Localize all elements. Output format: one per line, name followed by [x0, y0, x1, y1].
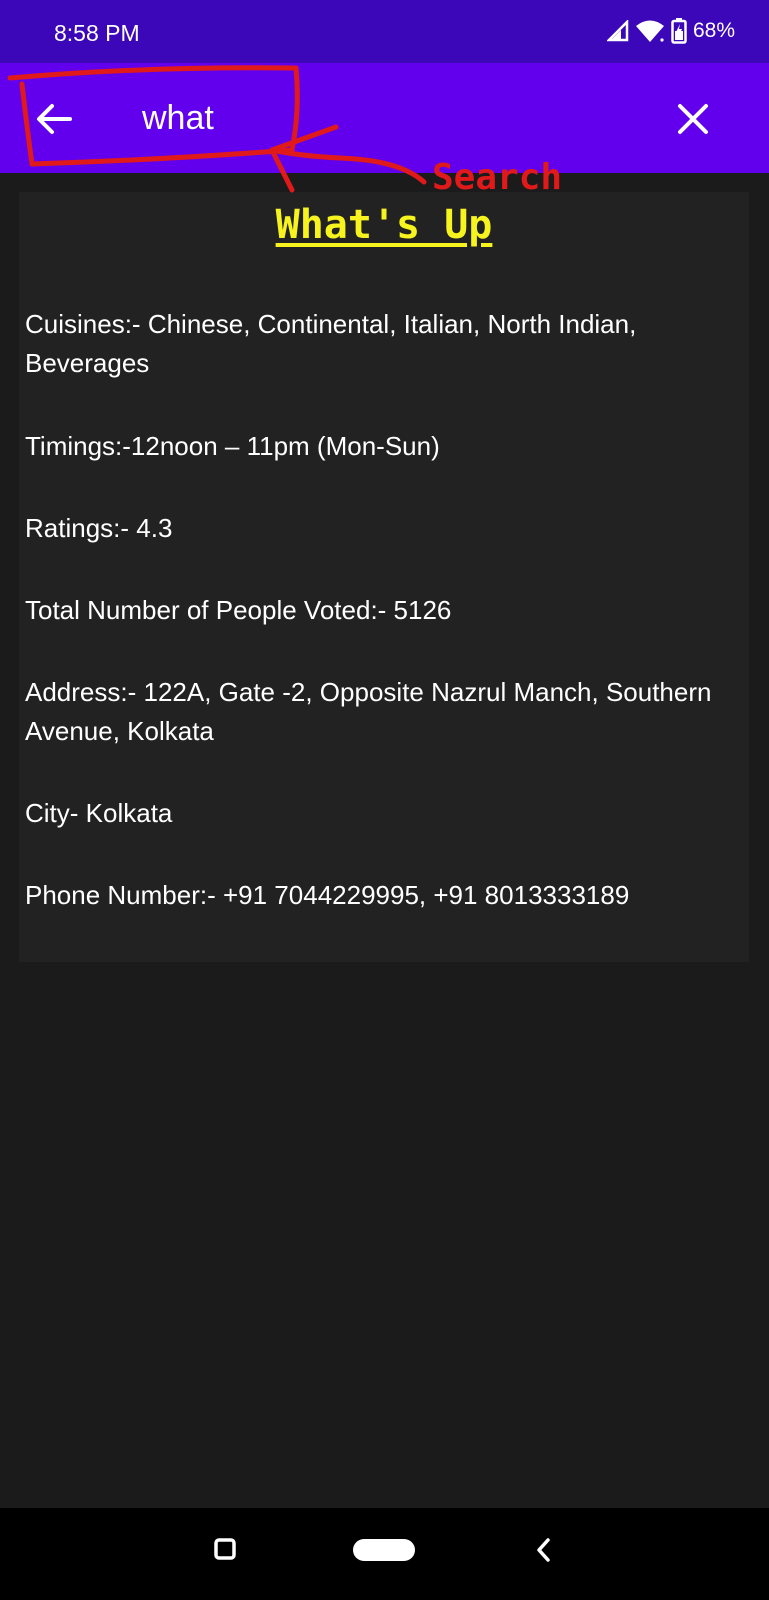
battery-icon: [671, 18, 687, 44]
close-icon: [678, 104, 708, 134]
status-time: 8:58 PM: [54, 20, 140, 46]
search-input[interactable]: what: [142, 99, 214, 138]
home-button[interactable]: [353, 1539, 415, 1561]
battery-percentage: 68%: [692, 19, 735, 42]
navigation-bar: [0, 1508, 769, 1600]
wifi-icon: [635, 20, 664, 42]
phone-text: Phone Number:- +91 7044229995, +91 80133…: [25, 880, 630, 910]
ratings-text: Ratings:- 4.3: [25, 513, 173, 543]
status-icons: 68%: [606, 18, 735, 44]
chevron-left-icon: [537, 1538, 550, 1562]
search-toolbar: what: [0, 63, 769, 173]
cuisines-text: Cuisines:- Chinese, Continental, Italian…: [25, 309, 637, 378]
signal-icon: [606, 20, 629, 42]
city-text: City- Kolkata: [25, 798, 173, 828]
restaurant-card[interactable]: What's Up Cuisines:- Chinese, Continenta…: [19, 192, 749, 962]
votes-text: Total Number of People Voted:- 5126: [25, 595, 452, 625]
recents-button[interactable]: [210, 1534, 240, 1564]
address-text: Address:- 122A, Gate -2, Opposite Nazrul…: [25, 677, 712, 746]
arrow-left-icon: [37, 104, 72, 134]
square-icon: [214, 1538, 236, 1560]
nav-back-button[interactable]: [532, 1535, 556, 1565]
pill-icon: [353, 1539, 415, 1561]
back-button[interactable]: [30, 95, 78, 143]
restaurant-name: What's Up: [275, 202, 493, 248]
clear-search-button[interactable]: [671, 97, 715, 141]
timings-text: Timings:-12noon – 11pm (Mon-Sun): [25, 431, 440, 461]
status-bar: 8:58 PM 68%: [0, 0, 769, 63]
annotation-label: Search: [432, 157, 563, 198]
